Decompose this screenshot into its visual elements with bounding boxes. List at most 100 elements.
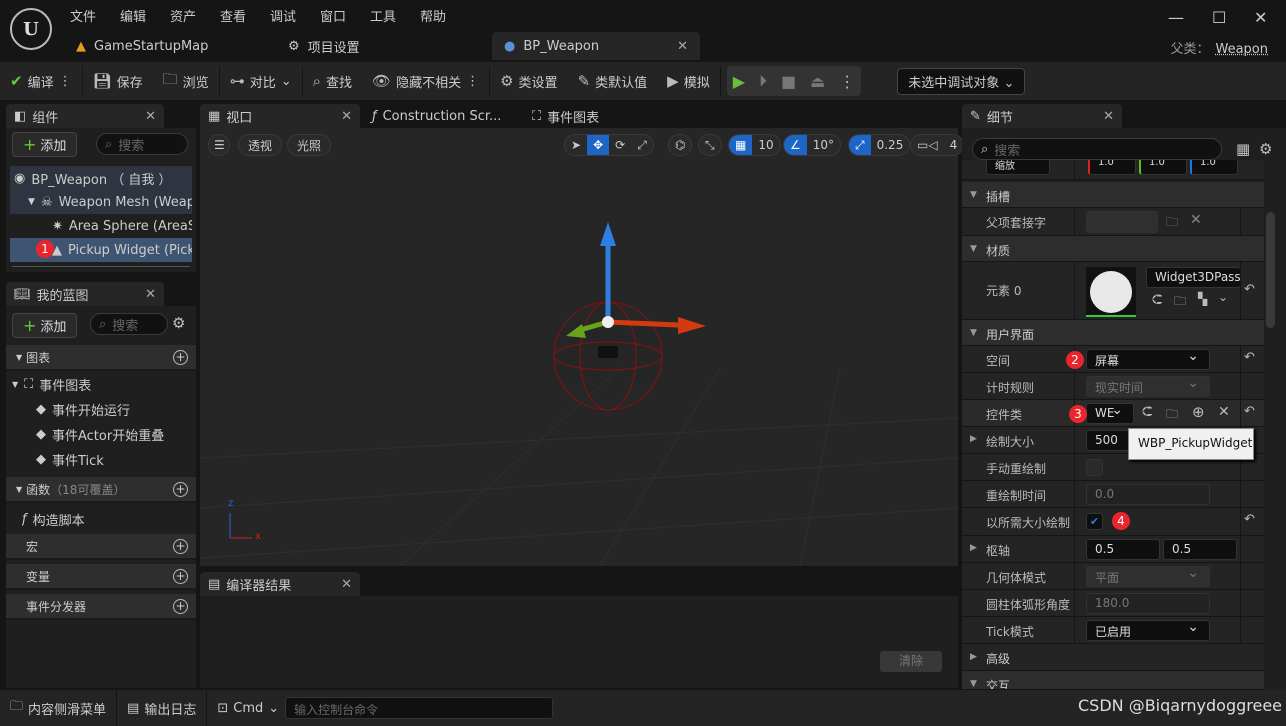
expand-arrow-icon[interactable]: ▶ [970, 434, 977, 444]
category-user-interface[interactable]: ▼ 用户界面 [962, 320, 1264, 346]
close-icon[interactable]: ✕ [341, 577, 352, 592]
category-materials[interactable]: ▼ 材质 [962, 236, 1264, 262]
construction-script-item[interactable]: ƒ 构造脚本 [22, 507, 85, 531]
browse-folder-icon[interactable]: 🗀 [1166, 405, 1178, 426]
tab-components[interactable]: ◧ 组件 ✕ [6, 104, 164, 128]
draw-at-desired-size-checkbox[interactable]: ✔ [1086, 513, 1103, 530]
add-graph-icon[interactable]: + [173, 349, 188, 365]
component-bp-weapon[interactable]: ◉ BP_Weapon （ 自我 ） [14, 166, 192, 190]
section-macros[interactable]: 宏 + [6, 534, 196, 560]
geometry-mode-dropdown[interactable]: 平面 [1086, 565, 1210, 587]
output-log-button[interactable]: ▤ 输出日志 [117, 690, 208, 726]
section-event-dispatchers[interactable]: 事件分发器 + [6, 594, 196, 620]
menu-help[interactable]: 帮助 [420, 6, 470, 25]
clear-icon[interactable]: ✕ [1190, 212, 1202, 228]
parent-class-link[interactable]: Weapon [1215, 42, 1268, 57]
scale-x-field[interactable]: 1.0 [1088, 160, 1136, 175]
add-variable-icon[interactable]: + [173, 568, 188, 584]
tab-construction-script[interactable]: ƒ Construction Scr... [364, 104, 514, 128]
gizmo-center[interactable] [602, 316, 614, 328]
browse-folder-icon[interactable]: 🗀 [1174, 292, 1186, 313]
parent-socket-field[interactable] [1086, 211, 1158, 233]
timing-policy-dropdown[interactable]: 现实时间 [1086, 375, 1210, 397]
add-component-button[interactable]: + 添加 [12, 132, 78, 157]
gear-icon[interactable]: ⚙ [1259, 140, 1272, 158]
material-thumbnail[interactable] [1086, 267, 1136, 317]
stop-icon[interactable]: ■ [781, 72, 796, 91]
menu-tools[interactable]: 工具 [370, 6, 420, 25]
tab-details[interactable]: ✎ 细节 ✕ [962, 104, 1122, 128]
collapse-arrow-icon[interactable]: ▼ [28, 197, 35, 207]
save-button[interactable]: 💾︎ 保存 [83, 62, 153, 100]
doc-tab-gamestartupmap[interactable]: ▲ GameStartupMap [64, 32, 220, 60]
use-selected-icon[interactable]: ⮈ [1152, 292, 1163, 308]
maximize-button[interactable]: ☐ [1212, 8, 1226, 27]
scale-lock-dropdown[interactable]: 缩放 [986, 160, 1050, 175]
event-graph-item[interactable]: ▼ ⛶ 事件图表 [12, 372, 91, 396]
reset-to-default-icon[interactable]: ↶ [1244, 512, 1255, 527]
components-search-input[interactable]: ⌕ 搜索 [96, 133, 188, 155]
category-advanced[interactable]: ▶ 高级 [962, 644, 1264, 671]
scale-snap-toggle[interactable]: ⤢ 0.25 [848, 134, 911, 156]
grid-snap-toggle[interactable]: ▦ 10 [728, 134, 781, 156]
play-options-icon[interactable]: ⋮ [839, 72, 855, 91]
pivot-y-field[interactable]: 0.5 [1163, 539, 1237, 560]
more-options-icon[interactable]: ⋮ [466, 74, 479, 89]
browse-button[interactable]: 🗀 浏览 [153, 62, 219, 100]
compile-options-icon[interactable]: ⋮ [59, 74, 72, 89]
add-member-button[interactable]: + 添加 [12, 313, 78, 338]
scale-z-field[interactable]: 1.0 [1190, 160, 1238, 175]
reset-to-default-icon[interactable]: ↶ [1244, 350, 1255, 365]
doc-tab-bp-weapon[interactable]: ● BP_Weapon ✕ [492, 32, 700, 60]
minimize-button[interactable]: — [1168, 8, 1184, 27]
tab-my-blueprint[interactable]: 📖︎ 我的蓝图 ✕ [6, 282, 164, 306]
section-graphs[interactable]: ▼ 图表 + [6, 345, 196, 371]
diff-button[interactable]: ⊶ 对比 ⌄ [220, 62, 302, 100]
browse-folder-icon[interactable]: 🗀 [1166, 213, 1178, 234]
debug-target-dropdown[interactable]: 未选中调试对象 ⌄ [897, 67, 1026, 95]
space-dropdown[interactable]: 屏幕 [1086, 348, 1210, 370]
expand-arrow-icon[interactable]: ▶ [970, 543, 977, 553]
material-picker[interactable]: Widget3DPassThrough [1146, 267, 1240, 288]
reset-to-default-icon[interactable]: ↶ [1244, 404, 1255, 419]
close-window-button[interactable]: ✕ [1254, 8, 1267, 27]
rotation-snap-toggle[interactable]: ∠ 10° [783, 134, 842, 156]
menu-debug[interactable]: 调试 [270, 6, 320, 25]
class-settings-button[interactable]: ⚙ 类设置 [490, 62, 567, 100]
event-item[interactable]: ◆ 事件Tick [36, 447, 104, 471]
scale-icon[interactable]: ⤢ [631, 135, 653, 155]
component-weapon-mesh[interactable]: ▼☠Weapon Mesh (WeaponMesh) [28, 190, 192, 214]
menu-file[interactable]: 文件 [70, 6, 120, 25]
component-pickup-widget[interactable]: ▲Pickup Widget (PickupWidget) [52, 238, 192, 262]
play-icon[interactable]: ▶ [733, 72, 745, 91]
details-search-input[interactable]: ⌕ 搜索 [972, 138, 1222, 160]
content-drawer-button[interactable]: 🗀 内容侧滑菜单 [0, 690, 118, 726]
step-icon[interactable]: ⏵ [759, 71, 767, 91]
console-command-input[interactable]: 输入控制台命令 [285, 697, 554, 719]
menu-view[interactable]: 查看 [220, 6, 270, 25]
section-variables[interactable]: 变量 + [6, 564, 196, 590]
close-icon[interactable]: ✕ [1103, 109, 1114, 124]
close-icon[interactable]: ✕ [145, 287, 156, 302]
tab-compiler-results[interactable]: ▤ 编译器结果 ✕ [200, 572, 360, 596]
translate-icon[interactable]: ✥ [587, 135, 610, 155]
category-interaction[interactable]: ▼ 交互 [962, 671, 1264, 690]
doc-tab-project-settings[interactable]: ⚙ 项目设置 [276, 32, 372, 60]
tab-viewport[interactable]: ▦ 视口 ✕ [200, 104, 360, 128]
gizmo-x-axis[interactable] [607, 319, 679, 328]
clear-icon[interactable]: ✕ [1218, 404, 1230, 420]
add-icon[interactable]: ⊕ [1192, 403, 1205, 421]
tick-mode-dropdown[interactable]: 已启用 [1086, 619, 1210, 641]
compile-button[interactable]: ✔ 编译 ⋮ [0, 62, 82, 100]
close-icon[interactable]: ✕ [145, 109, 156, 124]
gizmo-x-arrow[interactable] [678, 317, 706, 334]
tab-event-graph[interactable]: ⛶ 事件图表 [524, 104, 674, 128]
viewport-menu-button[interactable]: ☰ [208, 134, 230, 156]
cylinder-arc-angle-field[interactable]: 180.0 [1086, 593, 1210, 614]
table-view-icon[interactable]: ▦ [1236, 140, 1250, 158]
pivot-x-field[interactable]: 0.5 [1086, 539, 1160, 560]
surface-snap-button[interactable]: ⤡ [698, 134, 722, 156]
camera-speed-button[interactable]: ▭◁ 4 [910, 134, 965, 156]
hide-unrelated-button[interactable]: 👁︎ 隐藏不相关 ⋮ [362, 62, 489, 100]
reset-to-default-icon[interactable]: ↶ [1244, 282, 1255, 297]
